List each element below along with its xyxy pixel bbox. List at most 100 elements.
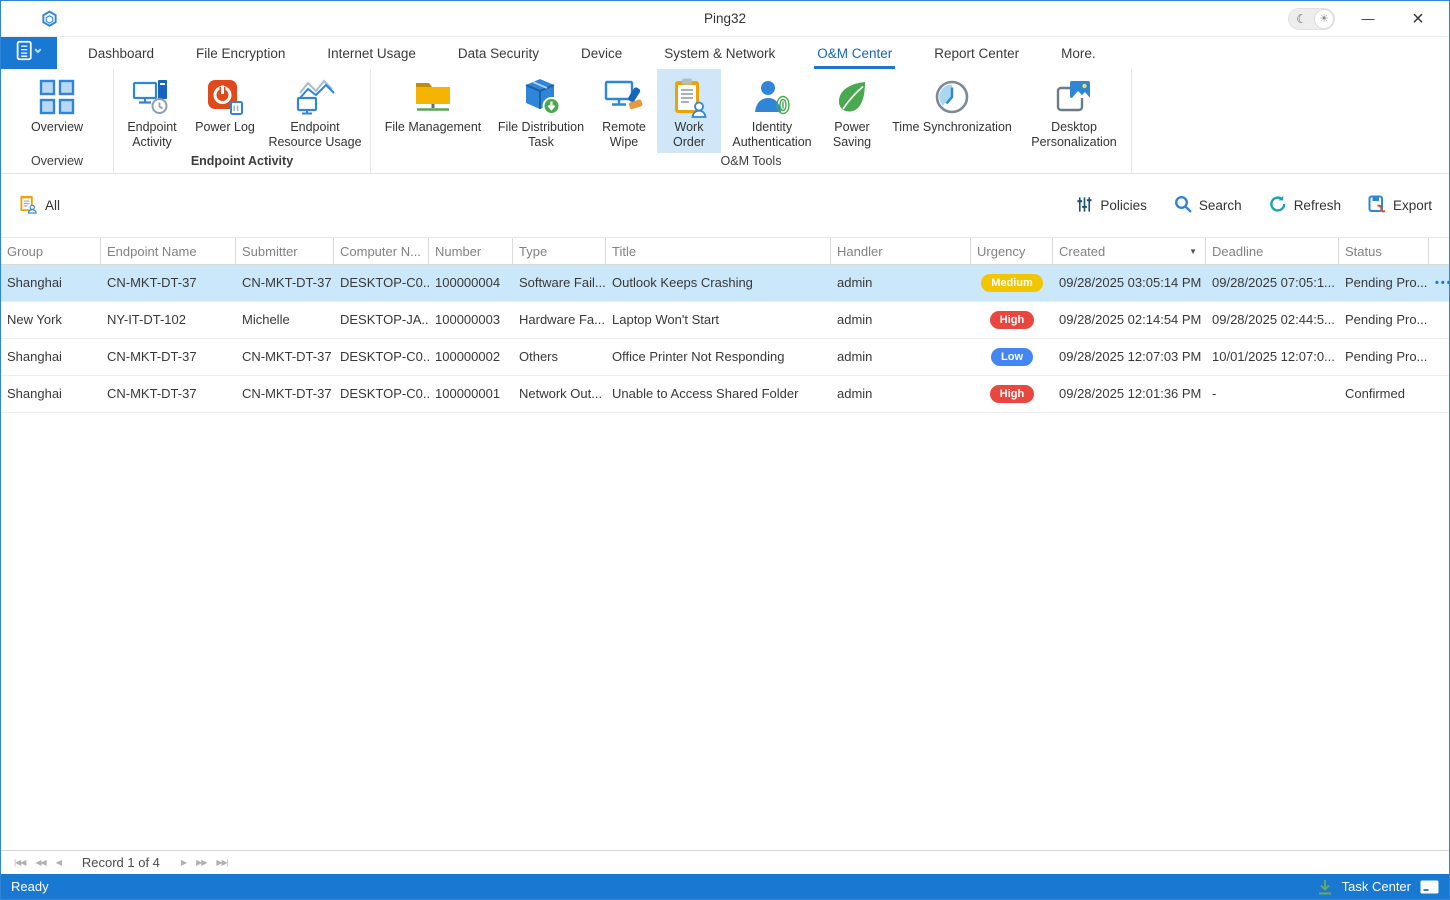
column-header-urgency[interactable]: Urgency [971,238,1053,264]
column-label: Submitter [242,244,298,259]
ribbon-button-label: File Distribution Task [491,120,591,150]
main-menu-button[interactable] [1,37,57,69]
ribbon-button-endpoint-resource-usage[interactable]: Endpoint Resource Usage [266,69,364,153]
clock-icon [933,74,971,120]
urgency-badge: High [990,311,1034,329]
app-logo-icon [41,10,58,28]
resource-usage-chart-icon [294,74,336,120]
search-button[interactable]: Search [1174,195,1242,216]
status-text: Ready [11,879,49,894]
column-header-group[interactable]: Group [1,238,101,264]
ribbon-button-desktop-personalization[interactable]: Desktop Personalization [1023,69,1125,153]
cell-created: 09/28/2025 12:07:03 PM [1053,339,1206,375]
endpoint-activity-icon [132,74,172,120]
cell-endpoint_name: CN-MKT-DT-37 [101,265,236,301]
ribbon-button-label: Remote Wipe [593,120,655,150]
ribbon-button-overview[interactable]: Overview [7,69,107,153]
cell-status: Confirmed [1339,376,1429,412]
fast-next-page-icon[interactable]: ▶▶ [196,858,206,867]
cell-handler: admin [831,376,971,412]
refresh-button[interactable]: Refresh [1269,195,1341,216]
cell-type: Network Out... [513,376,606,412]
column-label: Computer N... [340,244,421,259]
refresh-label: Refresh [1294,198,1341,213]
cell-title: Outlook Keeps Crashing [606,265,831,301]
export-button[interactable]: Export [1368,195,1432,216]
work-order-clipboard-icon [669,74,709,120]
ribbon-button-file-distribution-task[interactable]: File Distribution Task [491,69,591,153]
cell-group: Shanghai [1,265,101,301]
cell-submitter: CN-MKT-DT-37 [236,339,334,375]
column-label: Handler [837,244,883,259]
theme-toggle[interactable]: ☾ ☀ [1288,8,1335,30]
filter-all-button[interactable]: All [18,194,60,217]
export-file-icon [1368,195,1386,216]
table-row[interactable]: ShanghaiCN-MKT-DT-37CN-MKT-DT-37DESKTOP-… [1,339,1449,376]
ribbon-button-label: Time Synchronization [892,120,1012,135]
column-header-status[interactable]: Status [1339,238,1429,264]
column-header-title[interactable]: Title [606,238,831,264]
ribbon-button-time-synchronization[interactable]: Time Synchronization [883,69,1021,153]
tab-device[interactable]: Device [560,37,643,69]
policies-label: Policies [1100,198,1147,213]
minimize-button[interactable]: — [1351,11,1385,26]
tab-dashboard[interactable]: Dashboard [67,37,175,69]
ribbon-button-label: Endpoint Resource Usage [266,120,364,150]
cell-deadline: 09/28/2025 07:05:1... [1206,265,1339,301]
column-header-created[interactable]: Created▼ [1053,238,1206,264]
ribbon-button-power-log[interactable]: Power Log [186,69,264,153]
moon-icon[interactable]: ☾ [1289,9,1314,29]
prev-page-icon[interactable]: ◀ [56,858,61,867]
last-page-icon[interactable]: ▶▶| [216,858,227,867]
table-row[interactable]: ShanghaiCN-MKT-DT-37CN-MKT-DT-37DESKTOP-… [1,265,1449,302]
column-header-endpoint_name[interactable]: Endpoint Name [101,238,236,264]
cell-urgency: Medium [971,265,1053,301]
ribbon-button-identity-authentication[interactable]: Identity Authentication [723,69,821,153]
console-icon[interactable] [1420,880,1439,894]
tab-internet-usage[interactable]: Internet Usage [306,37,437,69]
tab-o-m-center[interactable]: O&M Center [796,37,913,69]
ribbon-button-work-order[interactable]: Work Order [657,69,721,153]
cell-type: Hardware Fa... [513,302,606,338]
task-center-button[interactable]: Task Center [1342,879,1411,894]
cell-endpoint_name: CN-MKT-DT-37 [101,339,236,375]
column-header-type[interactable]: Type [513,238,606,264]
ribbon-button-label: Identity Authentication [723,120,821,150]
column-header-submitter[interactable]: Submitter [236,238,334,264]
ribbon-group-om-tools: File Management File Distribution [371,69,1132,173]
column-header-computer[interactable]: Computer N... [334,238,429,264]
cell-urgency: Low [971,339,1053,375]
cell-type: Software Fail... [513,265,606,301]
column-header-deadline[interactable]: Deadline [1206,238,1339,264]
row-more-actions[interactable]: ••• [1429,265,1449,301]
cell-computer: DESKTOP-C0... [334,376,429,412]
ribbon-button-power-saving[interactable]: Power Saving [823,69,881,153]
ribbon-group-label: Endpoint Activity [114,153,370,173]
sun-icon[interactable]: ☀ [1314,9,1334,29]
tab-more[interactable]: More. [1040,37,1117,69]
ribbon-button-label: Desktop Personalization [1023,120,1125,150]
title-bar: Ping32 ☾ ☀ — × [1,1,1449,37]
column-label: Number [435,244,481,259]
table-row[interactable]: New YorkNY-IT-DT-102MichelleDESKTOP-JA..… [1,302,1449,339]
ribbon-button-remote-wipe[interactable]: Remote Wipe [593,69,655,153]
fast-prev-page-icon[interactable]: ◀◀ [35,858,45,867]
tab-data-security[interactable]: Data Security [437,37,560,69]
cell-type: Others [513,339,606,375]
tab-system-network[interactable]: System & Network [643,37,796,69]
tab-bar: DashboardFile EncryptionInternet UsageDa… [1,37,1449,69]
overview-grid-icon [38,74,76,120]
tab-report-center[interactable]: Report Center [913,37,1040,69]
ribbon-button-file-management[interactable]: File Management [377,69,489,153]
cell-handler: admin [831,302,971,338]
next-page-icon[interactable]: ▶ [181,858,186,867]
tab-file-encryption[interactable]: File Encryption [175,37,306,69]
column-header-number[interactable]: Number [429,238,513,264]
policies-button[interactable]: Policies [1076,195,1147,216]
refresh-icon [1269,195,1287,216]
first-page-icon[interactable]: |◀◀ [14,858,25,867]
ribbon-button-endpoint-activity[interactable]: Endpoint Activity [120,69,184,153]
table-row[interactable]: ShanghaiCN-MKT-DT-37CN-MKT-DT-37DESKTOP-… [1,376,1449,413]
close-button[interactable]: × [1401,9,1435,29]
column-header-handler[interactable]: Handler [831,238,971,264]
